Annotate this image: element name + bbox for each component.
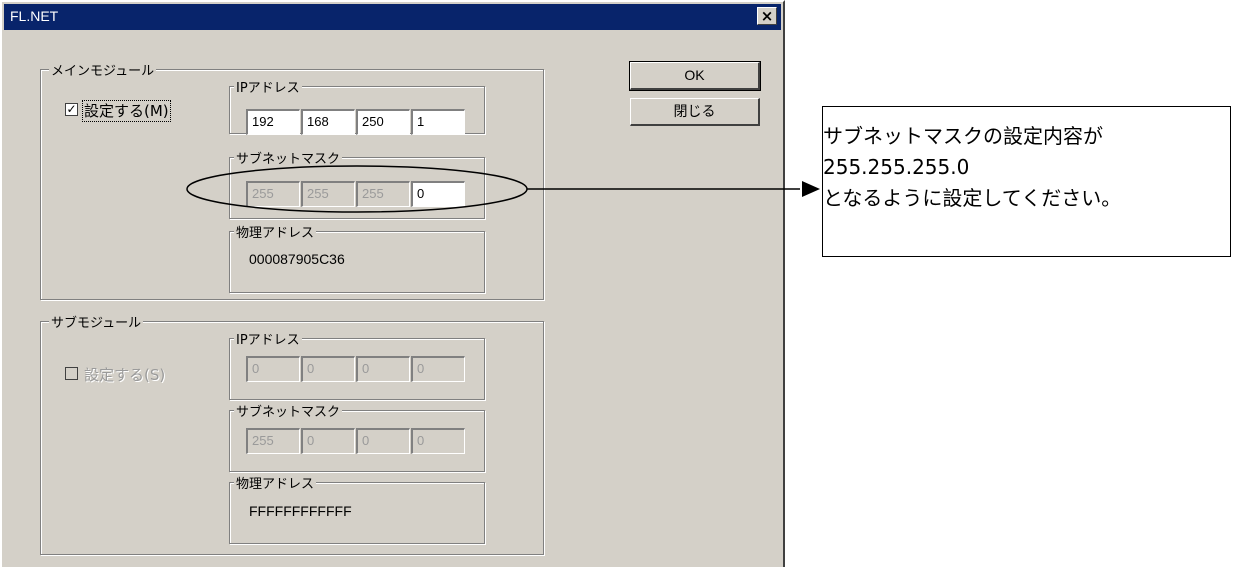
sub-module-group: サブモジュール 設定する(S) IPアドレス 0 0 0 0 サブネットマスク … xyxy=(40,312,544,555)
sub-ip-octet-3: 0 xyxy=(356,356,410,382)
sub-physical-address-label: 物理アドレス xyxy=(234,473,317,492)
main-subnet-octet-3: 255 xyxy=(356,181,410,207)
sub-enable-checkbox[interactable] xyxy=(65,367,78,380)
sub-subnet-octet-3: 0 xyxy=(356,428,410,454)
fl-net-dialog: FL.NET × メインモジュール ✓ 設定する(M) IPアドレス 192 16… xyxy=(0,0,785,567)
main-ip-octet-3[interactable]: 250 xyxy=(356,109,410,135)
main-module-label: メインモジュール xyxy=(49,60,157,79)
main-subnet-mask-label: サブネットマスク xyxy=(234,148,343,167)
main-subnet-octet-2: 255 xyxy=(301,181,355,207)
arrow-head xyxy=(802,181,820,197)
sub-subnet-octet-4: 0 xyxy=(411,428,465,454)
window-title: FL.NET xyxy=(10,8,59,24)
main-physical-address-label: 物理アドレス xyxy=(234,222,317,241)
main-physical-address-value: 000087905C36 xyxy=(249,251,345,267)
main-enable-checkbox[interactable]: ✓ xyxy=(65,103,78,116)
main-ip-address-label: IPアドレス xyxy=(234,77,302,96)
title-bar[interactable]: FL.NET × xyxy=(4,4,781,30)
close-icon[interactable]: × xyxy=(757,7,777,25)
sub-subnet-octet-1: 255 xyxy=(246,428,300,454)
sub-ip-octet-1: 0 xyxy=(246,356,300,382)
main-ip-octet-2[interactable]: 168 xyxy=(301,109,355,135)
annotation-box: サブネットマスクの設定内容が 255.255.255.0 となるように設定してく… xyxy=(822,106,1231,257)
sub-ip-octet-2: 0 xyxy=(301,356,355,382)
main-ip-octet-4[interactable]: 1 xyxy=(411,109,465,135)
sub-enable-checkbox-row[interactable]: 設定する(S) xyxy=(65,364,165,385)
annotation-line-3: となるように設定してください。 xyxy=(823,186,1122,210)
sub-physical-address-value: FFFFFFFFFFFF xyxy=(249,503,352,519)
main-module-group: メインモジュール ✓ 設定する(M) IPアドレス 192 168 250 1 サ… xyxy=(40,60,544,300)
annotation-line-2: 255.255.255.0 xyxy=(823,155,970,179)
close-button[interactable]: 閉じる xyxy=(630,98,760,126)
sub-ip-address-label: IPアドレス xyxy=(234,329,302,348)
annotation-line-1: サブネットマスクの設定内容が xyxy=(823,124,1103,148)
sub-subnet-mask-label: サブネットマスク xyxy=(234,401,343,420)
main-ip-octet-1[interactable]: 192 xyxy=(246,109,300,135)
ok-button[interactable]: OK xyxy=(629,61,761,91)
main-enable-checkbox-row[interactable]: ✓ 設定する(M) xyxy=(65,100,171,122)
sub-subnet-octet-2: 0 xyxy=(301,428,355,454)
sub-ip-octet-4: 0 xyxy=(411,356,465,382)
sub-enable-label[interactable]: 設定する(S) xyxy=(84,366,165,384)
main-subnet-octet-1: 255 xyxy=(246,181,300,207)
main-enable-label[interactable]: 設定する(M) xyxy=(82,100,171,122)
main-subnet-octet-4[interactable]: 0 xyxy=(411,181,465,207)
sub-module-label: サブモジュール xyxy=(49,312,144,331)
